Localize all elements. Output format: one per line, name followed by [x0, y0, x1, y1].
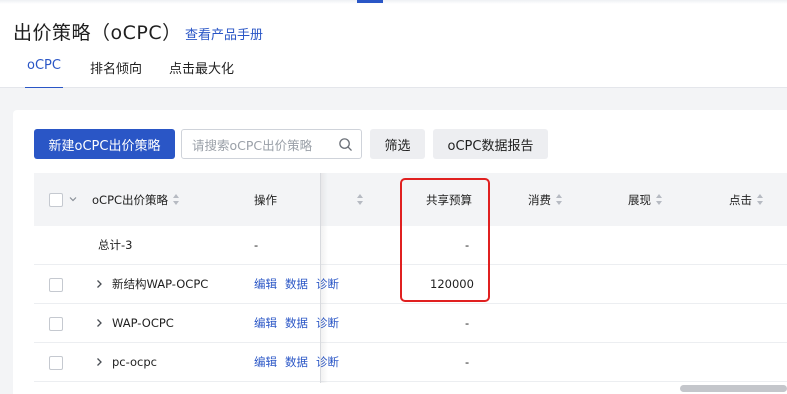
- data-link[interactable]: 数据: [285, 354, 308, 370]
- table-row: pc-ocpc 编辑 数据 诊断 -: [34, 343, 787, 382]
- select-all-checkbox[interactable]: [49, 193, 63, 207]
- table-row: WAP-OCPC 编辑 数据 诊断 -: [34, 304, 787, 343]
- edit-link[interactable]: 编辑: [254, 315, 277, 331]
- tab-click-maximization[interactable]: 点击最大化: [169, 58, 234, 88]
- top-bar-shadow: [0, 0, 787, 4]
- sort-icon[interactable]: [656, 194, 663, 205]
- row-operation: -: [254, 238, 259, 252]
- column-label-cost: 消费: [528, 192, 551, 207]
- row-name[interactable]: pc-ocpc: [112, 343, 157, 381]
- row-operations: 编辑 数据 诊断: [254, 265, 347, 303]
- chevron-right-icon[interactable]: [95, 318, 103, 328]
- ocpc-data-report-button[interactable]: oCPC数据报告: [433, 129, 548, 159]
- data-link[interactable]: 数据: [285, 276, 308, 292]
- search-icon[interactable]: [338, 137, 353, 152]
- column-label-strategy: oCPC出价策略: [92, 192, 169, 207]
- row-name[interactable]: 新结构WAP-OCPC: [112, 265, 208, 303]
- sort-icon[interactable]: [357, 194, 364, 205]
- chevron-right-icon[interactable]: [95, 357, 103, 367]
- data-link[interactable]: 数据: [285, 315, 308, 331]
- chevron-down-icon[interactable]: [69, 195, 77, 203]
- column-label-clicks: 点击: [729, 192, 752, 207]
- horizontal-scrollbar[interactable]: [680, 385, 787, 392]
- row-shared-budget: -: [465, 355, 470, 369]
- column-header-operation-sort[interactable]: [352, 173, 364, 226]
- fixed-column-shadow: [320, 173, 328, 383]
- tab-bar: oCPC 排名倾向 点击最大化: [0, 58, 787, 89]
- column-header-clicks[interactable]: 点击: [729, 173, 764, 226]
- tab-ranking-preference[interactable]: 排名倾向: [90, 58, 142, 88]
- row-shared-budget: -: [465, 316, 470, 330]
- row-checkbox[interactable]: [49, 317, 63, 331]
- row-checkbox[interactable]: [49, 356, 63, 370]
- strategy-search-box: [181, 129, 362, 159]
- column-header-operation: 操作: [254, 173, 277, 226]
- sort-icon[interactable]: [173, 194, 180, 205]
- horizontal-scrollbar-track: [34, 384, 787, 394]
- strategy-search-input[interactable]: [192, 136, 332, 154]
- sort-icon[interactable]: [556, 194, 563, 205]
- column-header-impressions[interactable]: 展现: [628, 173, 663, 226]
- shared-budget-highlight-box: [400, 178, 490, 302]
- tab-ocpc[interactable]: oCPC: [25, 58, 63, 89]
- new-ocpc-strategy-button[interactable]: 新建oCPC出价策略: [34, 129, 175, 159]
- row-checkbox[interactable]: [49, 278, 63, 292]
- edit-link[interactable]: 编辑: [254, 354, 277, 370]
- column-label-operation: 操作: [254, 192, 277, 207]
- sort-icon[interactable]: [757, 194, 764, 205]
- row-name: 总计-3: [98, 238, 133, 252]
- row-name[interactable]: WAP-OCPC: [112, 304, 174, 342]
- column-header-strategy[interactable]: oCPC出价策略: [92, 173, 180, 226]
- product-manual-link[interactable]: 查看产品手册: [185, 24, 263, 43]
- top-nav-active-indicator: [357, 0, 383, 3]
- filter-button[interactable]: 筛选: [370, 129, 425, 159]
- page-title: 出价策略（oCPC）: [13, 22, 182, 44]
- chevron-right-icon[interactable]: [95, 279, 103, 289]
- column-header-cost[interactable]: 消费: [528, 173, 563, 226]
- column-label-impressions: 展现: [628, 192, 651, 207]
- row-operations: 编辑 数据 诊断: [254, 304, 347, 342]
- row-operations: 编辑 数据 诊断: [254, 343, 347, 381]
- edit-link[interactable]: 编辑: [254, 276, 277, 292]
